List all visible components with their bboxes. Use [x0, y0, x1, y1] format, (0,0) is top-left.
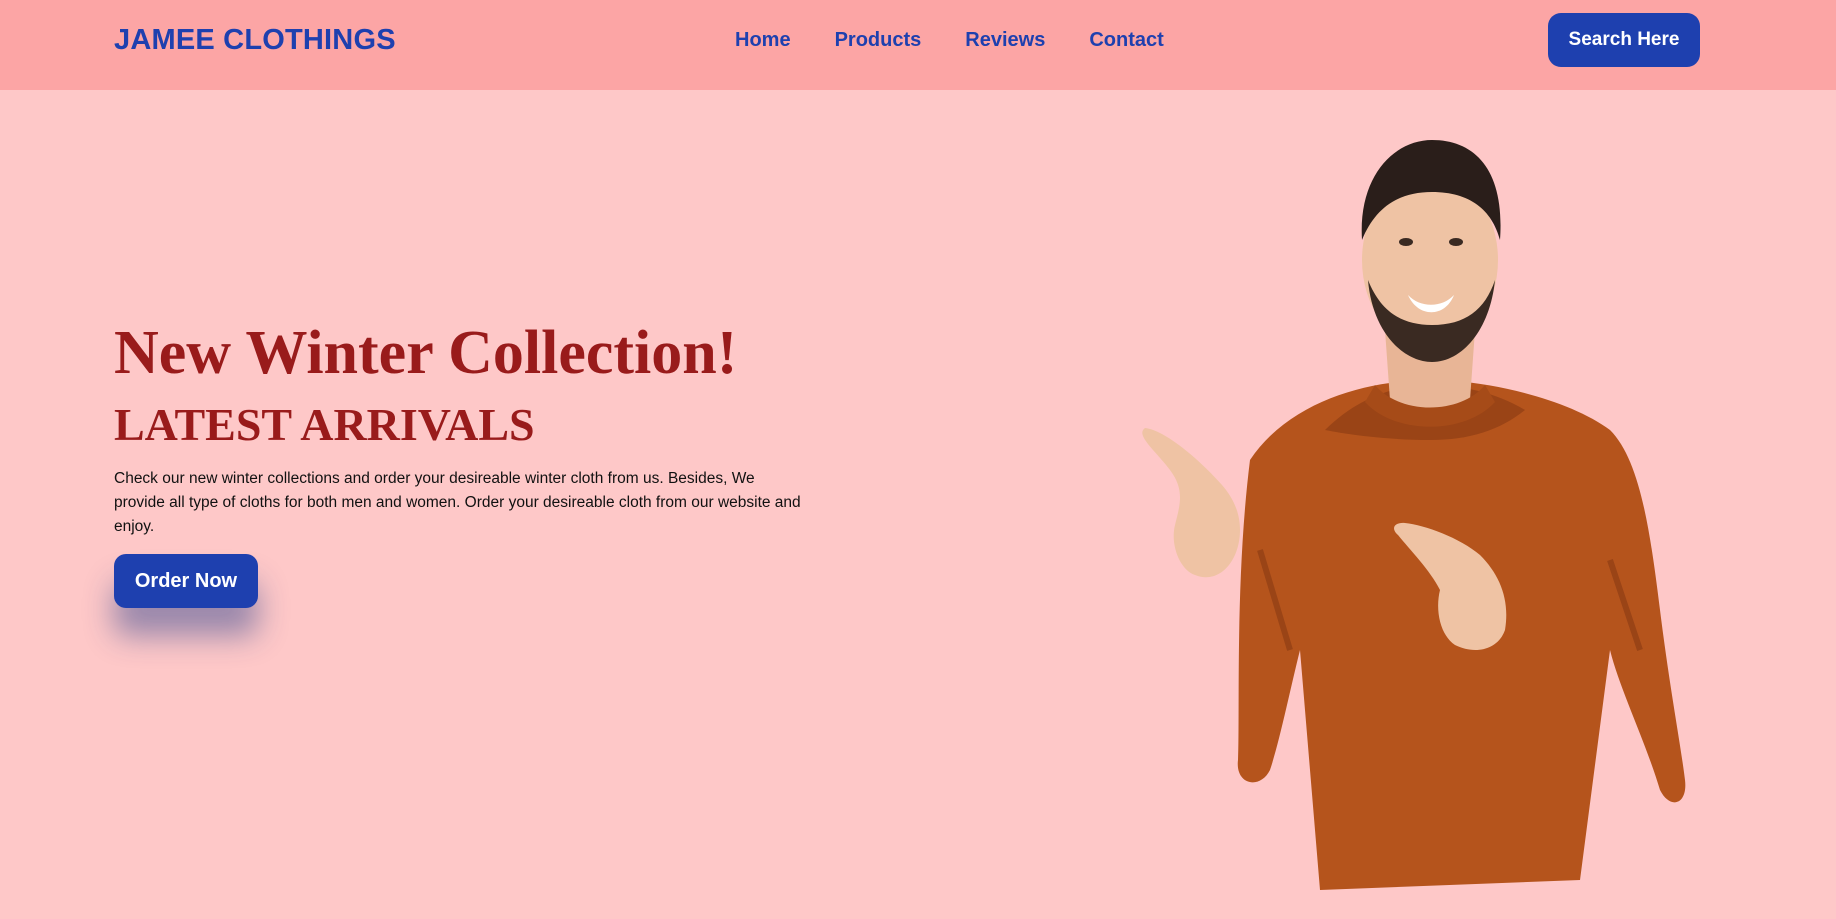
- nav-link-products[interactable]: Products: [835, 29, 922, 52]
- order-now-button[interactable]: Order Now: [114, 554, 258, 608]
- brand-logo[interactable]: JAMEE CLOTHINGS: [114, 24, 396, 57]
- nav-links: Home Products Reviews Contact: [735, 29, 1208, 52]
- hero-subtitle: LATEST ARRIVALS: [114, 399, 535, 450]
- nav-link-home[interactable]: Home: [735, 29, 791, 52]
- navbar: JAMEE CLOTHINGS Home Products Reviews Co…: [0, 0, 1836, 90]
- nav-link-contact[interactable]: Contact: [1089, 29, 1163, 52]
- hero-model-image: [1142, 140, 1686, 890]
- hero-description: Check our new winter collections and ord…: [114, 470, 801, 535]
- nav-link-reviews[interactable]: Reviews: [965, 29, 1045, 52]
- search-button[interactable]: Search Here: [1548, 13, 1700, 67]
- hero-title: New Winter Collection!: [114, 319, 738, 387]
